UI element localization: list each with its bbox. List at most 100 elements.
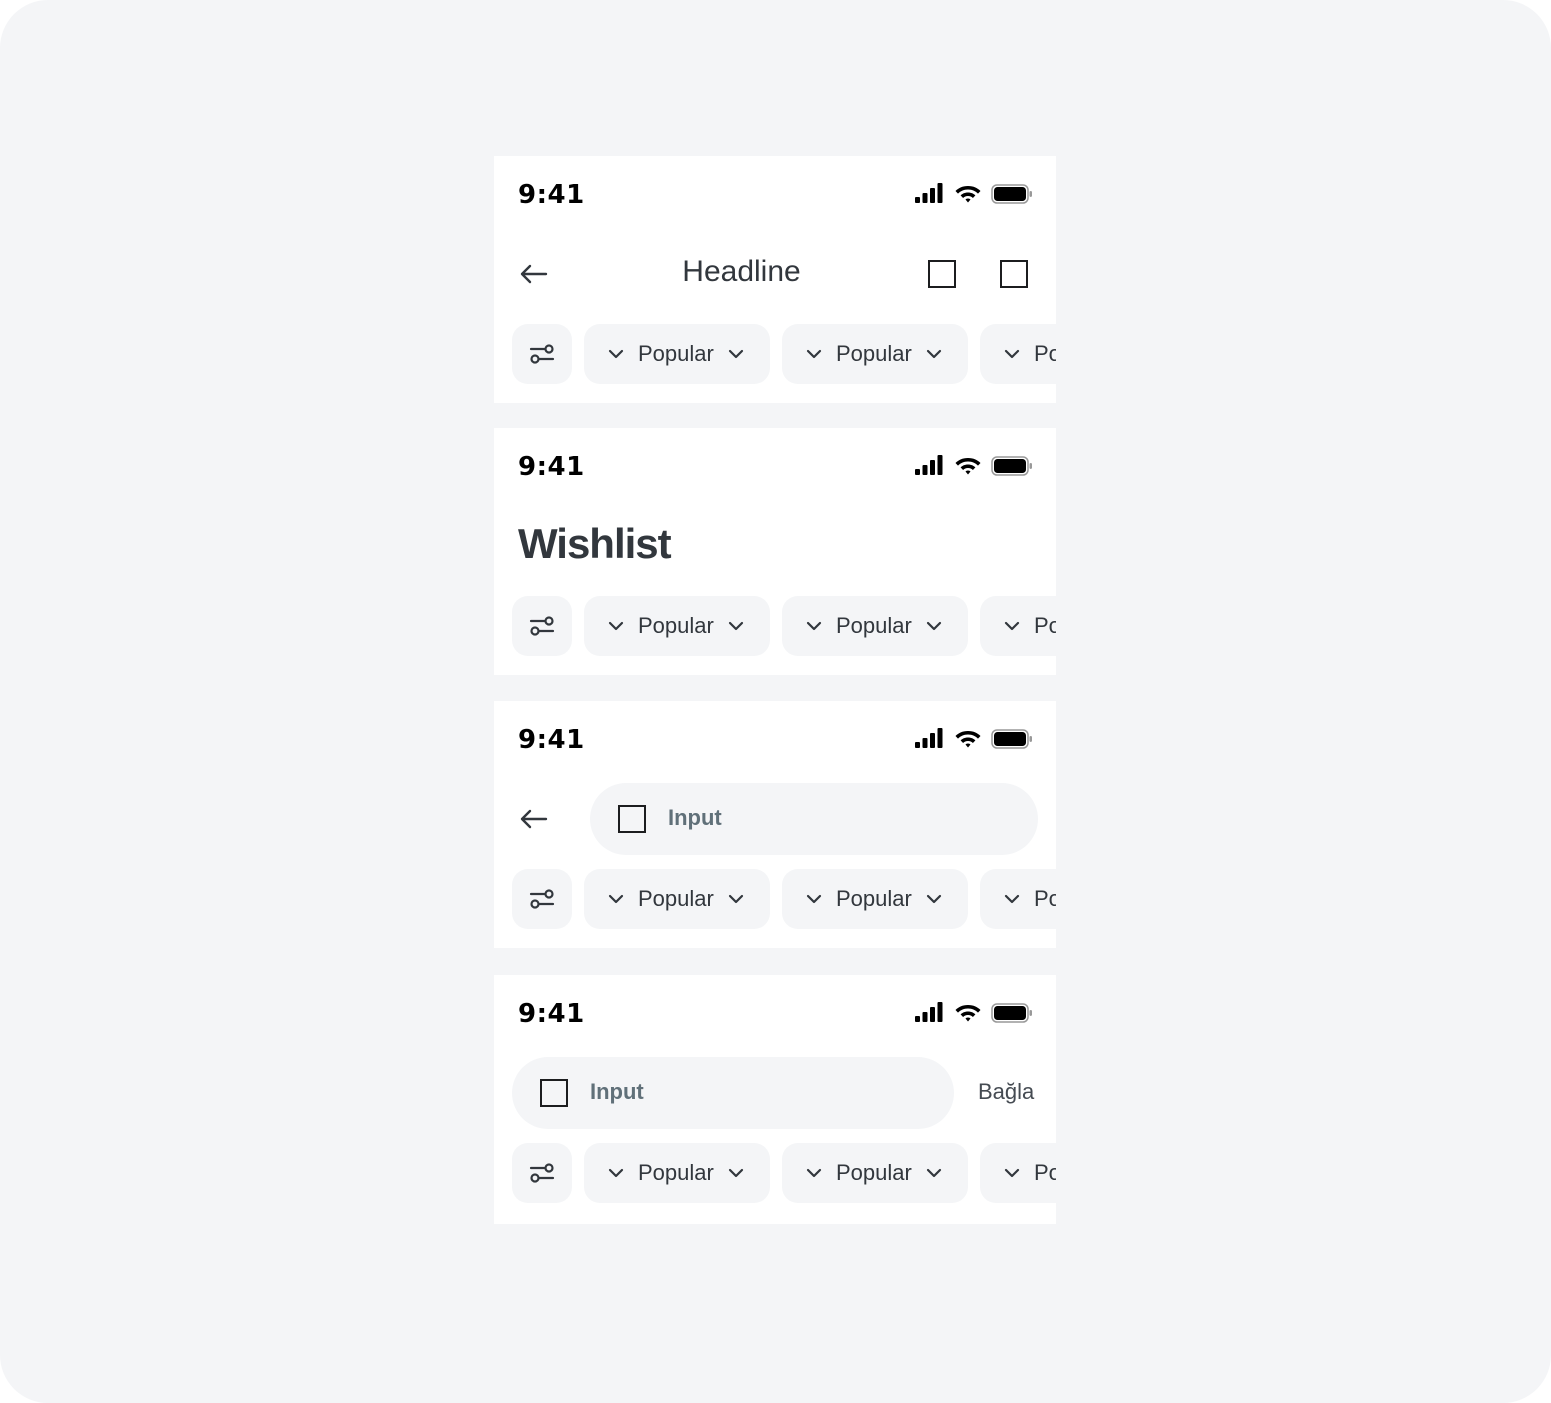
chevron-down-icon [608, 1168, 624, 1178]
sort-chip[interactable]: Popular [584, 324, 770, 384]
status-time: 9:41 [518, 180, 585, 210]
sort-chip[interactable]: Popular [980, 1143, 1056, 1203]
screen-large-title: 9:41 Wishlist Popular Popular Po [494, 428, 1056, 675]
signal-icon [915, 728, 943, 748]
sort-chip[interactable]: Popular [782, 1143, 968, 1203]
search-placeholder: Input [668, 805, 722, 830]
arrow-left-icon [520, 264, 548, 284]
search-bar-row: Input Bağla [494, 1057, 1056, 1129]
chip-label: Popular [638, 1160, 714, 1185]
sort-chip[interactable]: Popular [782, 869, 968, 929]
status-bar: 9:41 [494, 975, 1056, 1057]
wifi-icon [955, 186, 981, 203]
sliders-icon [529, 616, 555, 636]
search-placeholder: Input [590, 1079, 644, 1104]
chip-label: Popular [836, 613, 912, 638]
status-time: 9:41 [518, 725, 585, 755]
sort-chip[interactable]: Popular [782, 596, 968, 656]
sort-chip[interactable]: Popular [584, 596, 770, 656]
search-input[interactable]: Input [512, 1057, 954, 1129]
chevron-down-icon [926, 1168, 942, 1178]
filter-chip-row: Popular Popular Popular [494, 324, 1056, 384]
sort-chip[interactable]: Popular [980, 596, 1056, 656]
chip-label: Popular [638, 886, 714, 911]
wifi-icon [955, 731, 981, 748]
chevron-down-icon [728, 621, 744, 631]
large-title-bar: Wishlist [494, 510, 1056, 582]
chevron-down-icon [728, 1168, 744, 1178]
chevron-down-icon [1004, 621, 1020, 631]
chevron-down-icon [806, 349, 822, 359]
status-icons [914, 1002, 1034, 1026]
top-app-bar: Headline [494, 238, 1056, 310]
canvas: 9:41 Headline Popular Popular Po 9:41 Wi… [0, 0, 1551, 1403]
filter-button[interactable] [512, 1143, 572, 1203]
connect-link[interactable]: Bağla [978, 1079, 1034, 1105]
signal-icon [915, 1002, 943, 1022]
chevron-down-icon [1004, 894, 1020, 904]
chevron-down-icon [926, 894, 942, 904]
back-button[interactable] [516, 256, 556, 292]
screen-headline: 9:41 Headline Popular Popular Po [494, 156, 1056, 403]
screen-search-action: 9:41 Input Bağla Popular Popular Po [494, 975, 1056, 1224]
sort-chip[interactable]: Popular [980, 324, 1056, 384]
action-button-2[interactable] [1000, 260, 1028, 288]
sort-chip[interactable]: Popular [584, 869, 770, 929]
chevron-down-icon [926, 621, 942, 631]
filter-button[interactable] [512, 869, 572, 929]
leading-icon-placeholder [618, 805, 646, 833]
sort-chip[interactable]: Popular [782, 324, 968, 384]
search-input[interactable]: Input [590, 783, 1038, 855]
chip-label: Popular [1034, 341, 1056, 366]
arrow-left-icon [520, 809, 548, 829]
chevron-down-icon [806, 894, 822, 904]
battery-icon [991, 1003, 1032, 1023]
chip-label: Popular [1034, 613, 1056, 638]
chip-label: Popular [638, 613, 714, 638]
page-title: Headline [682, 255, 801, 288]
battery-icon [991, 184, 1032, 204]
filter-chip-row: Popular Popular Popular [494, 596, 1056, 656]
wifi-icon [955, 458, 981, 475]
screen-search-back: 9:41 Input Popular Popular Po [494, 701, 1056, 948]
sliders-icon [529, 1163, 555, 1183]
status-icons [914, 455, 1034, 479]
chip-label: Popular [836, 1160, 912, 1185]
chevron-down-icon [608, 894, 624, 904]
page-title: Wishlist [518, 520, 672, 567]
action-button-1[interactable] [928, 260, 956, 288]
filter-chip-row: Popular Popular Popular [494, 1143, 1056, 1203]
chevron-down-icon [1004, 349, 1020, 359]
status-bar: 9:41 [494, 428, 1056, 510]
sort-chip[interactable]: Popular [584, 1143, 770, 1203]
sliders-icon [529, 889, 555, 909]
sort-chip[interactable]: Popular [980, 869, 1056, 929]
filter-button[interactable] [512, 596, 572, 656]
chip-label: Popular [1034, 1160, 1056, 1185]
chevron-down-icon [926, 349, 942, 359]
status-icons [914, 728, 1034, 752]
filter-chip-row: Popular Popular Popular [494, 869, 1056, 929]
status-bar: 9:41 [494, 701, 1056, 783]
search-bar-row: Input [494, 783, 1056, 855]
leading-icon-placeholder [540, 1079, 568, 1107]
chevron-down-icon [1004, 1168, 1020, 1178]
status-bar: 9:41 [494, 156, 1056, 238]
chip-label: Popular [836, 886, 912, 911]
chevron-down-icon [608, 621, 624, 631]
wifi-icon [955, 1005, 981, 1022]
chevron-down-icon [608, 349, 624, 359]
battery-icon [991, 729, 1032, 749]
chip-label: Popular [638, 341, 714, 366]
chevron-down-icon [728, 349, 744, 359]
chip-label: Popular [1034, 886, 1056, 911]
signal-icon [915, 183, 943, 203]
signal-icon [915, 455, 943, 475]
chevron-down-icon [806, 621, 822, 631]
status-time: 9:41 [518, 452, 585, 482]
chevron-down-icon [728, 894, 744, 904]
status-time: 9:41 [518, 999, 585, 1029]
filter-button[interactable] [512, 324, 572, 384]
sliders-icon [529, 344, 555, 364]
back-button[interactable] [516, 801, 556, 837]
